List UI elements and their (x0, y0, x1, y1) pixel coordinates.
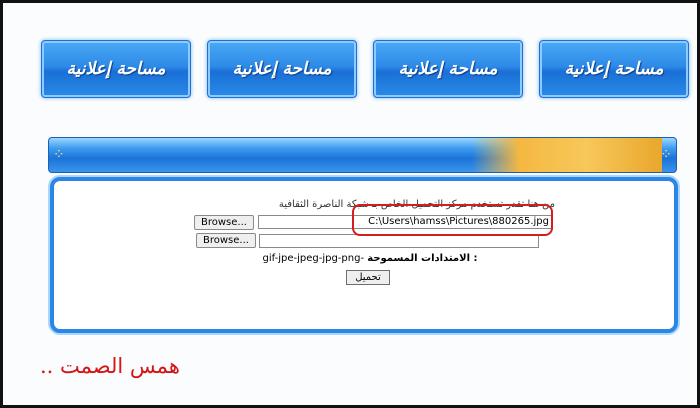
ad-space-button-4[interactable]: مساحة إعلانية (539, 40, 689, 98)
browse-button-2[interactable]: Browse... (196, 233, 256, 248)
allowed-extensions: gif-jpe-jpeg-jpg-png- الامتدادات المسموح… (240, 253, 500, 264)
ad-space-button-2[interactable]: مساحة إعلانية (207, 40, 357, 98)
highlight-circle (352, 204, 553, 236)
upload-banner: ⁘ ⁘ (48, 137, 677, 173)
banner-dots-icon: ⁘ (660, 147, 672, 163)
banner-dots-icon: ⁘ (53, 147, 65, 163)
ad-space-button-3[interactable]: مساحة إعلانية (373, 40, 523, 98)
allowed-extensions-value: gif-jpe-jpeg-jpg-png- (262, 253, 365, 264)
ad-space-label: مساحة إعلانية (66, 59, 166, 79)
ad-space-button-1[interactable]: مساحة إعلانية (41, 40, 191, 98)
file-path-field-2[interactable] (259, 234, 539, 248)
browse-button-1[interactable]: Browse... (194, 215, 254, 230)
signature-text: همس الصمت .. (40, 354, 180, 378)
allowed-extensions-label: الامتدادات المسموحة : (367, 253, 478, 264)
upload-button[interactable]: تحميل (346, 270, 390, 285)
ad-space-label: مساحة إعلانية (398, 59, 498, 79)
ad-space-label: مساحة إعلانية (564, 59, 664, 79)
banner-ornament (472, 138, 662, 172)
ad-space-label: مساحة إعلانية (232, 59, 332, 79)
